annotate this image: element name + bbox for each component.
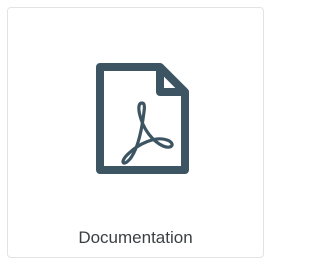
tile-label: Documentation bbox=[78, 228, 193, 247]
documentation-tile[interactable]: Documentation bbox=[7, 7, 264, 258]
pdf-file-icon bbox=[96, 63, 189, 174]
